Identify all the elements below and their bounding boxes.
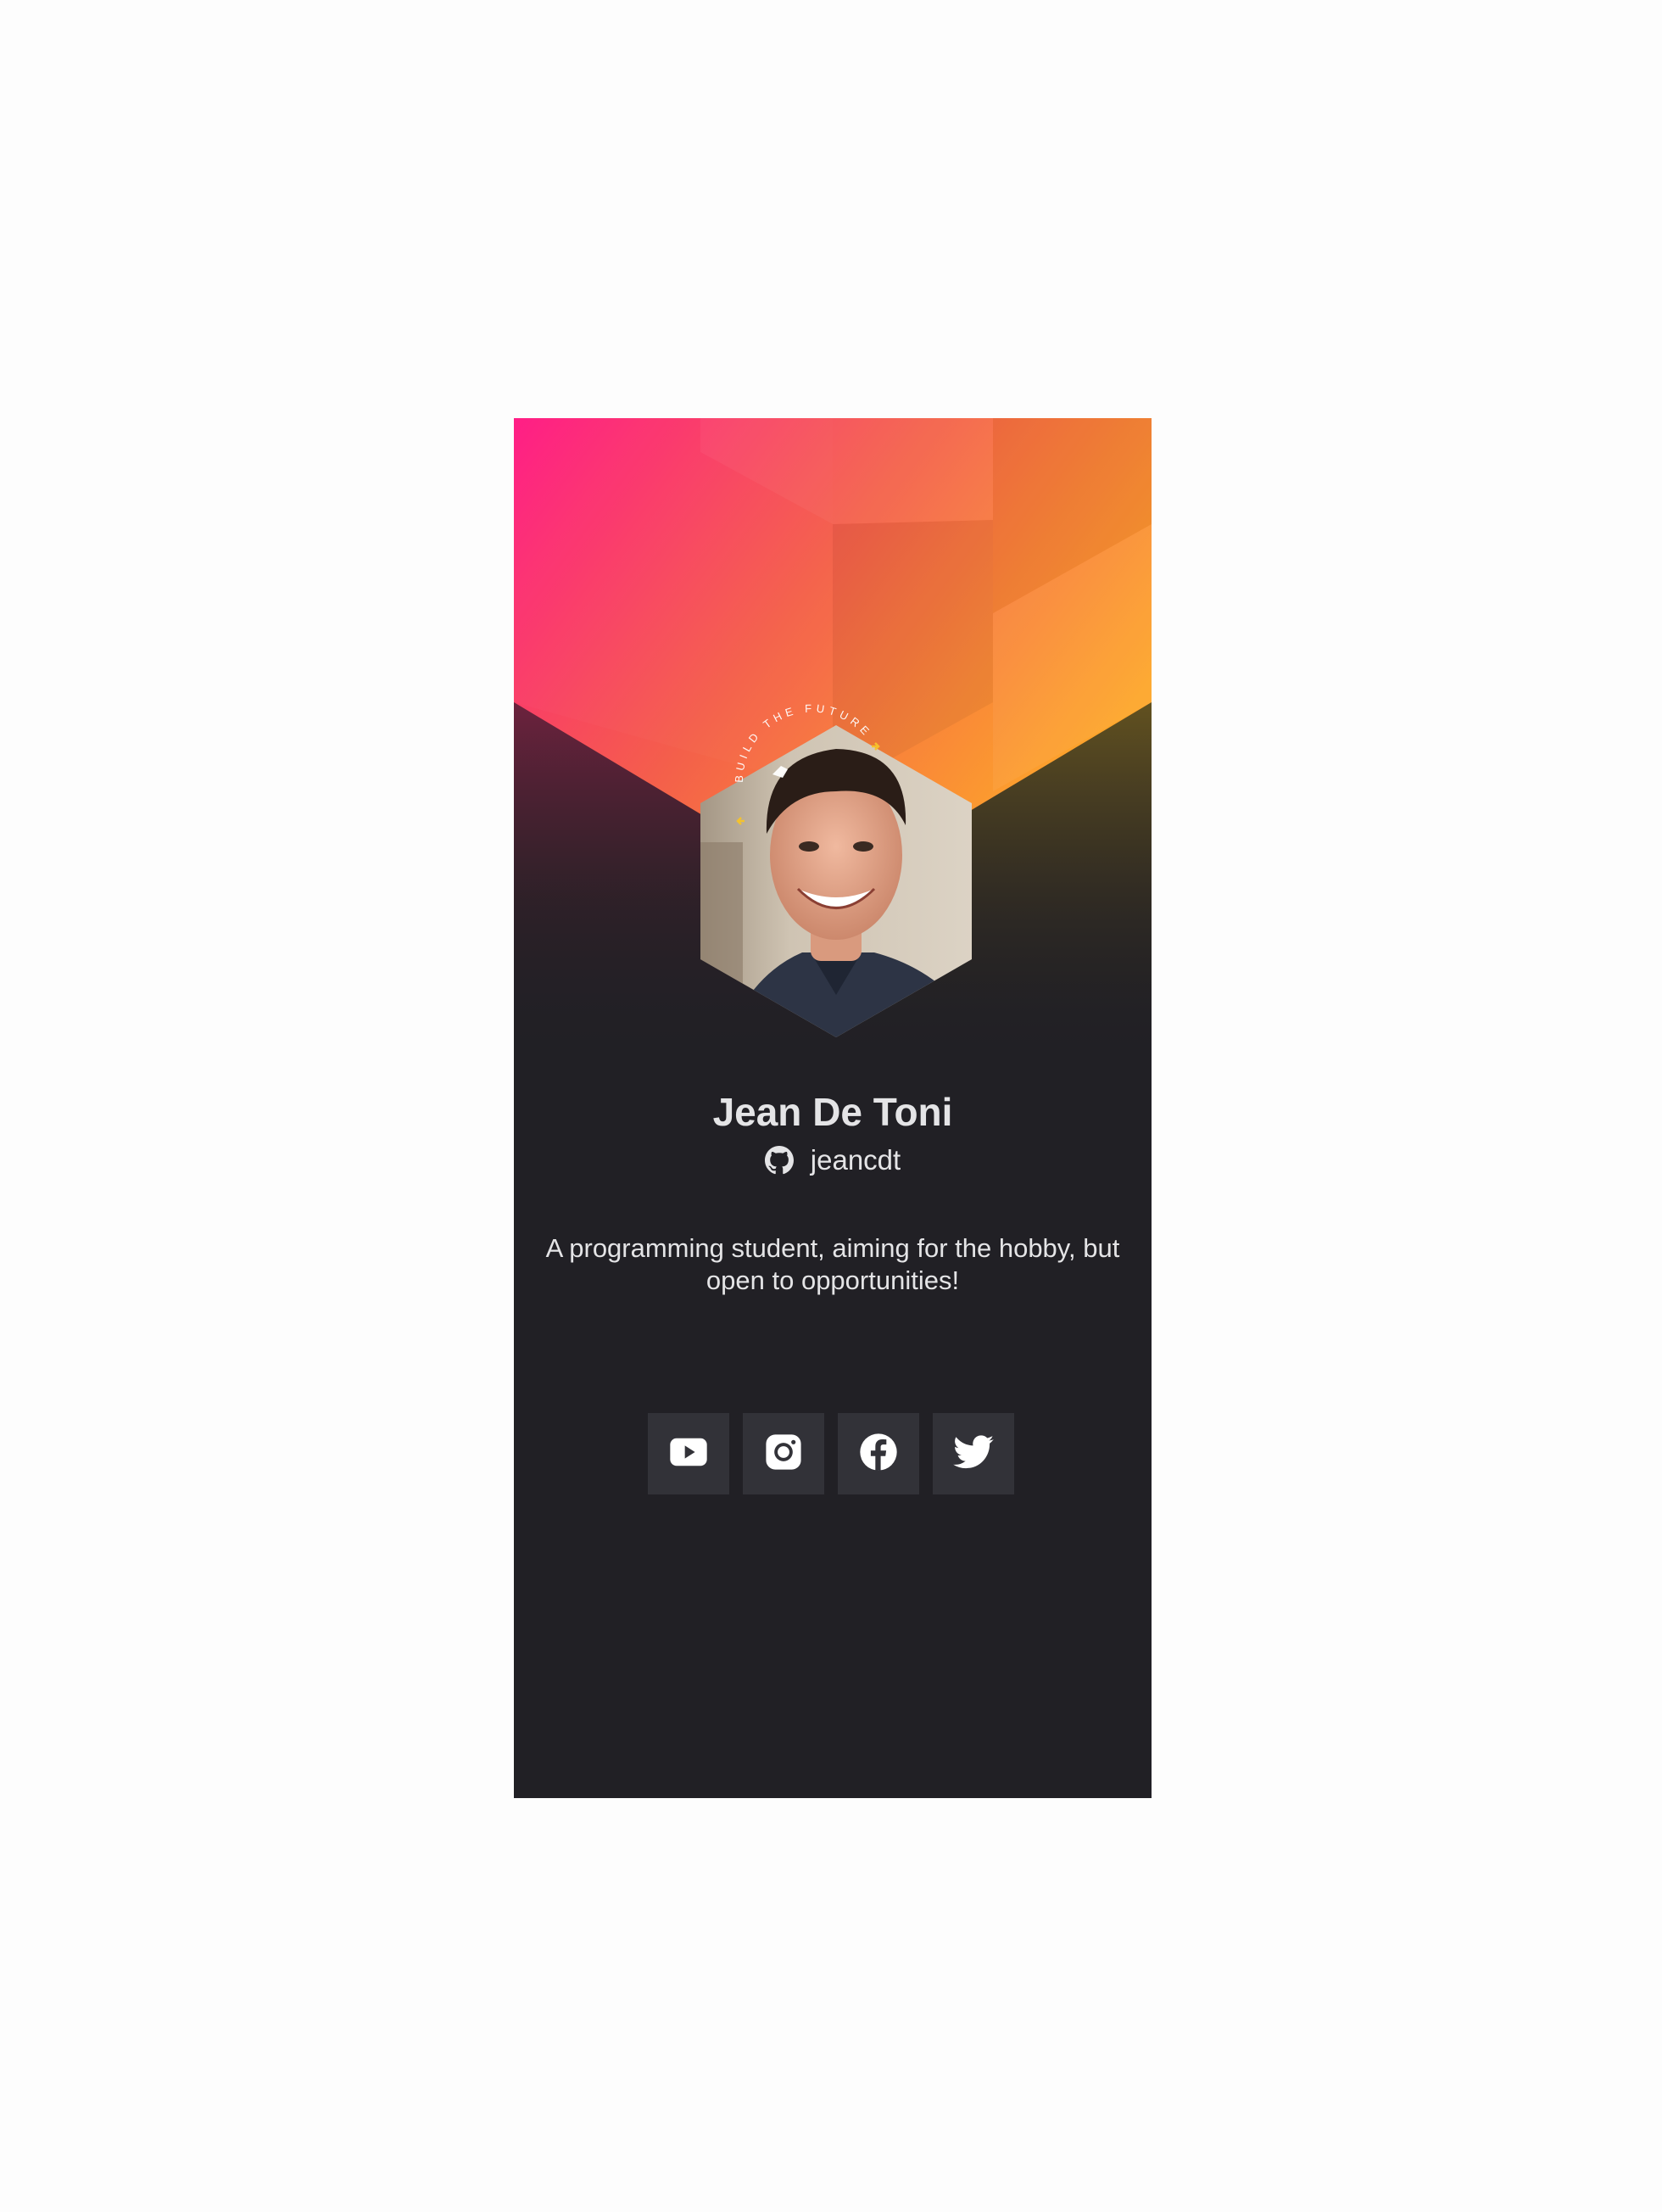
facebook-icon <box>856 1430 901 1478</box>
instagram-button[interactable] <box>743 1413 824 1494</box>
profile-card: BUILD THE FUTURE Jean De Toni jeancdt A … <box>514 418 1152 1798</box>
youtube-button[interactable] <box>648 1413 729 1494</box>
youtube-icon <box>666 1430 711 1478</box>
github-icon <box>764 1146 794 1175</box>
twitter-icon <box>951 1430 996 1478</box>
twitter-button[interactable] <box>933 1413 1014 1494</box>
instagram-icon <box>761 1430 806 1478</box>
avatar-photo <box>700 725 972 1037</box>
profile-name: Jean De Toni <box>712 1090 953 1134</box>
github-link[interactable]: jeancdt <box>514 1142 1152 1179</box>
social-links <box>648 1413 1018 1494</box>
github-username: jeancdt <box>810 1144 901 1176</box>
avatar: BUILD THE FUTURE <box>683 698 989 1063</box>
facebook-button[interactable] <box>838 1413 919 1494</box>
profile-bio: A programming student, aiming for the ho… <box>545 1233 1120 1295</box>
